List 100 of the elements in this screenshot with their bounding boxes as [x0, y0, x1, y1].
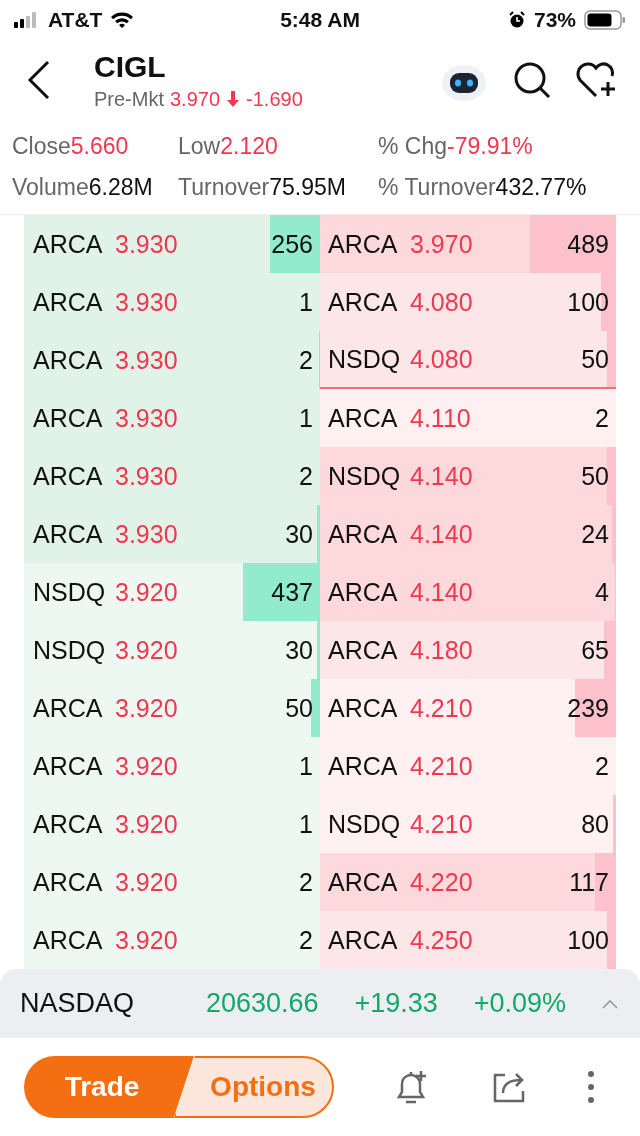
stat-value: 5.660: [70, 133, 129, 160]
price: 4.250: [410, 925, 474, 955]
price: 3.930: [115, 287, 179, 317]
size: 1: [299, 751, 313, 781]
battery-percent: 73%: [533, 8, 576, 32]
size: 2: [299, 925, 313, 955]
exchange: ARCA: [33, 287, 104, 317]
stat-value: 75.95M: [269, 174, 346, 201]
clock: 5:48 AM: [280, 8, 360, 32]
price: 4.080: [410, 287, 474, 317]
price: 4.110: [410, 403, 472, 433]
stat-value: 432.77%: [495, 174, 587, 201]
exchange: ARCA: [33, 461, 104, 491]
price: 4.210: [410, 809, 474, 839]
size: 24: [581, 519, 609, 549]
price: 3.920: [115, 693, 179, 723]
size: 50: [285, 693, 313, 723]
exchange: ARCA: [328, 751, 399, 781]
exchange: NSDQ: [328, 809, 402, 839]
price: 3.930: [115, 519, 179, 549]
size: 1: [299, 287, 313, 317]
trade-button[interactable]: Trade: [24, 1056, 194, 1118]
size: 2: [299, 867, 313, 897]
index-name: NASDAQ: [20, 988, 136, 1019]
session-label: Pre-Mkt: [94, 87, 164, 111]
exchange: ARCA: [328, 577, 399, 607]
price: 3.970: [410, 229, 474, 259]
price: 4.140: [410, 519, 474, 549]
size: 256: [271, 229, 313, 259]
price: 3.930: [115, 461, 179, 491]
exchange: ARCA: [328, 287, 399, 317]
stat-label: % Turnover: [378, 174, 496, 201]
price: 3.920: [115, 867, 179, 897]
index-percent: +0.09%: [473, 988, 567, 1019]
price: 3.920: [115, 635, 179, 665]
more-icon[interactable]: [586, 1069, 596, 1105]
back-icon[interactable]: [26, 60, 52, 100]
size: 489: [567, 229, 609, 259]
size: 100: [567, 287, 609, 317]
price: 4.210: [410, 693, 474, 723]
size: 2: [299, 345, 313, 375]
size: 2: [595, 403, 609, 433]
size: 30: [285, 519, 313, 549]
exchange: ARCA: [33, 809, 104, 839]
price: 3.930: [115, 403, 179, 433]
exchange: NSDQ: [328, 344, 402, 374]
size: 50: [581, 344, 609, 374]
alarm-icon: [507, 11, 526, 29]
stat-label: Close: [12, 133, 71, 160]
exchange: ARCA: [33, 229, 104, 259]
price: 4.210: [410, 751, 474, 781]
exchange: ARCA: [33, 867, 104, 897]
exchange: ARCA: [33, 519, 104, 549]
size: 117: [569, 867, 609, 897]
price: 3.920: [115, 925, 179, 955]
carrier: AT&T: [48, 8, 103, 32]
stat-value: -79.91%: [447, 133, 533, 160]
size: 1: [299, 809, 313, 839]
index-bar[interactable]: NASDAQ 20630.66 +19.33 +0.09%: [0, 969, 640, 1038]
price: 3.930: [115, 229, 179, 259]
exchange: ARCA: [33, 751, 104, 781]
price: 4.140: [410, 577, 474, 607]
exchange: NSDQ: [33, 577, 107, 607]
stat-label: % Chg: [378, 133, 448, 160]
exchange: ARCA: [33, 345, 104, 375]
stat-value: 6.28M: [88, 174, 153, 201]
index-value: 20630.66: [205, 988, 319, 1019]
exchange: ARCA: [328, 519, 399, 549]
exchange: ARCA: [328, 867, 399, 897]
price: 4.080: [410, 344, 474, 374]
search-icon[interactable]: [512, 60, 552, 100]
size: 100: [567, 925, 609, 955]
exchange: ARCA: [328, 635, 399, 665]
battery-icon: [584, 10, 626, 30]
price: 3.920: [115, 809, 179, 839]
exchange: ARCA: [328, 403, 399, 433]
price: 3.920: [115, 751, 179, 781]
size: 50: [581, 461, 609, 491]
stat-label: Low: [178, 133, 221, 160]
exchange: ARCA: [328, 229, 399, 259]
exchange: ARCA: [328, 925, 399, 955]
size: 4: [595, 577, 609, 607]
stat-value: 2.120: [220, 133, 278, 160]
stat-label: Turnover: [178, 174, 270, 201]
index-change: +19.33: [354, 988, 438, 1019]
size: 2: [595, 751, 609, 781]
wifi-icon: [110, 11, 135, 29]
exchange: NSDQ: [33, 635, 107, 665]
price: 3.920: [115, 577, 179, 607]
size: 30: [285, 635, 313, 665]
stock-symbol: CIGL: [94, 49, 167, 84]
down-arrow-icon: [226, 90, 241, 108]
price: 4.180: [410, 635, 474, 665]
size: 65: [581, 635, 609, 665]
options-button[interactable]: Options: [174, 1056, 334, 1118]
size: 437: [271, 577, 313, 607]
exchange: ARCA: [33, 403, 104, 433]
price: 4.220: [410, 867, 474, 897]
exchange: ARCA: [33, 925, 104, 955]
price: 4.140: [410, 461, 474, 491]
